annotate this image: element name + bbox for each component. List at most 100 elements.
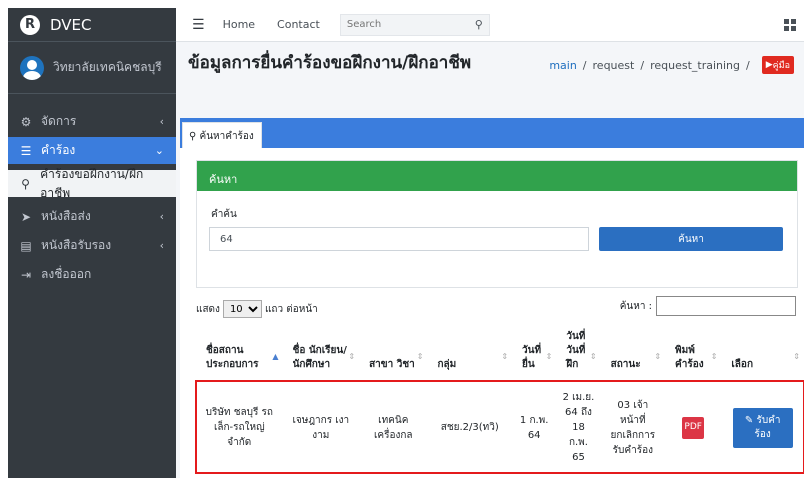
- column-label: ชื่อสถาน ประกอบการ: [206, 345, 259, 370]
- table-header-row: ชื่อสถาน ประกอบการ ▲ ชื่อ นักเรียน/ นักศึ…: [196, 324, 804, 382]
- accept-label: รับคำ ร้อง: [754, 414, 781, 440]
- sidebar-item-label: คำร้องขอฝึกงาน/ฝึกอาชีพ: [40, 166, 144, 200]
- edit-icon: ✎: [744, 414, 754, 426]
- sort-icon: ⇕: [545, 352, 553, 361]
- tab-label: ค้นหาคำร้อง: [199, 131, 254, 142]
- column-header-training-date[interactable]: วันที่ วันที่ ฝึก ⇕: [556, 324, 601, 382]
- sidebar-item-requests[interactable]: ☰ คำร้อง ⌄: [8, 137, 176, 164]
- keyword-input[interactable]: [209, 227, 589, 251]
- play-icon: ▶: [765, 60, 773, 70]
- nav-home-link[interactable]: Home: [223, 18, 255, 31]
- sign-out-icon: ⇥: [20, 267, 32, 282]
- cell-status: 03 เจ้า หน้าที่ ยกเลิกการ รับคำร้อง: [610, 399, 656, 456]
- sort-icon: ⇕: [793, 352, 800, 361]
- guide-button[interactable]: ▶ คู่มือ: [761, 56, 794, 74]
- navbar-search: ⚲: [339, 13, 490, 36]
- tab-search-requests[interactable]: ⚲ ค้นหาคำร้อง: [182, 122, 262, 148]
- sidebar-item-label: หนังสือส่ง: [41, 209, 91, 223]
- column-label: เลือก: [731, 359, 753, 370]
- cell-training-date: 2 เม.ย. 64 ถึง 18 ก.พ. 65: [562, 392, 595, 463]
- sidebar-item-certificates[interactable]: ▤ หนังสือรับรอง ‹: [8, 232, 176, 259]
- brand-logo: R: [20, 14, 40, 35]
- table-search-input[interactable]: [656, 296, 796, 316]
- breadcrumb-request: request: [592, 58, 635, 72]
- navbar-search-input[interactable]: [346, 19, 475, 30]
- column-header-select[interactable]: เลือก ⇕: [721, 324, 804, 382]
- breadcrumb-main[interactable]: main: [549, 59, 576, 72]
- sidebar-item-label: คำร้อง: [41, 143, 76, 157]
- page-size-prefix: แสดง: [196, 303, 220, 315]
- sidebar: R DVEC วิทยาลัยเทคนิคชลบุรี ⚙ จัดการ ‹ ☰…: [8, 8, 176, 478]
- cell-submit-date: 1 ก.พ. 64: [519, 414, 549, 441]
- sort-icon: ⇕: [348, 352, 356, 361]
- column-header-status[interactable]: สถานะ ⇕: [600, 324, 666, 382]
- sidebar-item-label: หนังสือรับรอง: [41, 238, 112, 252]
- column-label: สาขา วิชา: [369, 359, 415, 370]
- card-header: ⚲ ค้นหาคำร้อง: [180, 118, 804, 148]
- chevron-left-icon: ‹: [159, 115, 164, 128]
- sort-icon: ⇕: [710, 352, 718, 361]
- requests-table: ชื่อสถาน ประกอบการ ▲ ชื่อ นักเรียน/ นักศึ…: [195, 324, 804, 474]
- pdf-icon[interactable]: PDF: [682, 416, 705, 439]
- document-icon: ▤: [20, 238, 32, 253]
- hamburger-menu-icon[interactable]: ☰: [192, 17, 205, 33]
- column-label: วันที่ ยื่น: [522, 345, 542, 370]
- breadcrumb-separator: /: [582, 58, 587, 72]
- sidebar-nav: ⚙ จัดการ ‹ ☰ คำร้อง ⌄ ⚲ คำร้องขอฝึกงาน/ฝ…: [8, 94, 176, 288]
- sidebar-item-label: ลงชื่อออก: [41, 267, 92, 281]
- sort-icon: ⇕: [654, 352, 662, 361]
- column-label: วันที่ วันที่ ฝึก: [566, 331, 586, 370]
- column-header-print[interactable]: พิมพ์ คำร้อง ⇕: [665, 324, 722, 382]
- sort-icon: ⇕: [416, 352, 424, 361]
- brand[interactable]: R DVEC: [8, 8, 176, 42]
- user-icon: ⚲: [21, 176, 30, 191]
- brand-name: DVEC: [50, 15, 92, 34]
- accept-request-button[interactable]: ✎ รับคำ ร้อง: [732, 407, 793, 448]
- sidebar-item-outgoing-letters[interactable]: ➤ หนังสือส่ง ‹: [8, 203, 176, 230]
- keyword-label: คำค้น: [211, 209, 237, 220]
- breadcrumb-separator: /: [640, 58, 645, 72]
- chevron-left-icon: ‹: [159, 210, 164, 223]
- request-card: ⚲ ค้นหาคำร้อง ค้นหา คำค้น ค้นหา แสดง 10 …: [180, 118, 804, 478]
- cell-student: เจษฎากร เงา งาม: [292, 414, 350, 441]
- breadcrumb-separator: /: [746, 58, 750, 72]
- page-size-select[interactable]: 10: [222, 300, 262, 318]
- top-navbar: ☰ Home Contact ⚲: [176, 8, 804, 42]
- search-icon[interactable]: ⚲: [475, 18, 483, 31]
- search-button[interactable]: ค้นหา: [599, 227, 783, 251]
- column-header-group[interactable]: กลุ่ม ⇕: [427, 324, 513, 382]
- search-panel-header: ค้นหา: [197, 161, 797, 191]
- guide-label: คู่มือ: [772, 61, 790, 71]
- sidebar-item-label: จัดการ: [41, 114, 77, 128]
- page-size-suffix: แถว ต่อหน้า: [264, 303, 318, 315]
- search-panel: ค้นหา คำค้น ค้นหา: [196, 160, 798, 288]
- avatar: [20, 55, 44, 80]
- page-size-control: แสดง 10 แถว ต่อหน้า: [196, 300, 318, 318]
- column-header-student[interactable]: ชื่อ นักเรียน/ นักศึกษา ⇕: [282, 324, 360, 382]
- column-header-submit-date[interactable]: วันที่ ยื่น ⇕: [512, 324, 557, 382]
- user-panel[interactable]: วิทยาลัยเทคนิคชลบุรี: [8, 42, 176, 94]
- app-root: R DVEC วิทยาลัยเทคนิคชลบุรี ⚙ จัดการ ‹ ☰…: [0, 0, 804, 478]
- table-row: บริษัท ชลบุรี รถเล็ก-รถใหญ่ จำกัด เจษฎาก…: [195, 380, 804, 474]
- sidebar-item-manage[interactable]: ⚙ จัดการ ‹: [8, 108, 176, 135]
- column-label: พิมพ์ คำร้อง: [675, 345, 704, 370]
- sidebar-item-logout[interactable]: ⇥ ลงชื่อออก: [8, 261, 176, 288]
- chevron-down-icon: ⌄: [154, 144, 164, 157]
- sidebar-item-training-request[interactable]: ⚲ คำร้องขอฝึกงาน/ฝึกอาชีพ: [8, 167, 176, 200]
- cell-select: ✎ รับคำ ร้อง: [721, 381, 804, 473]
- cell-print: PDF: [665, 381, 721, 473]
- nav-contact-link[interactable]: Contact: [277, 18, 320, 31]
- cell-major: เทคนิค เครื่องกล: [374, 414, 413, 441]
- list-icon: ☰: [20, 143, 32, 158]
- cell-company: บริษัท ชลบุรี รถเล็ก-รถใหญ่ จำกัด: [205, 407, 273, 448]
- column-label: สถานะ: [610, 359, 641, 370]
- search-icon: ⚲: [189, 131, 197, 142]
- column-header-major[interactable]: สาขา วิชา ⇕: [359, 324, 428, 382]
- apps-grid-icon[interactable]: [784, 19, 796, 31]
- breadcrumb-request-training: request_training: [650, 58, 740, 72]
- column-label: กลุ่ม: [437, 359, 457, 370]
- user-name: วิทยาลัยเทคนิคชลบุรี: [53, 60, 162, 74]
- gears-icon: ⚙: [20, 114, 32, 129]
- filter-label: ค้นหา :: [619, 300, 652, 312]
- column-header-company[interactable]: ชื่อสถาน ประกอบการ ▲: [196, 324, 283, 382]
